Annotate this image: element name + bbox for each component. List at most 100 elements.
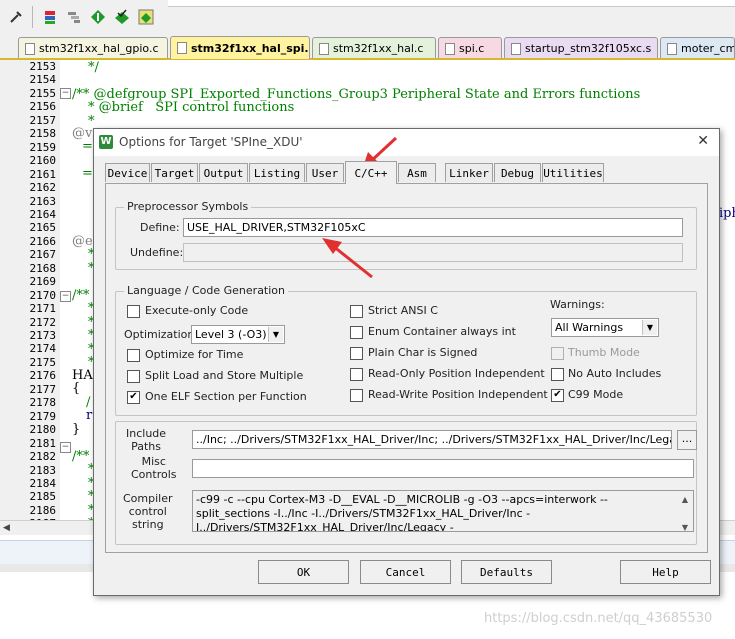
- watermark: https://blog.csdn.net/qq_43685530: [484, 611, 713, 626]
- tab-asm[interactable]: Asm: [398, 163, 436, 182]
- no-auto-includes-label: No Auto Includes: [568, 367, 662, 380]
- define-field[interactable]: USE_HAL_DRIVER,STM32F105xC: [183, 218, 683, 237]
- line-number: 2157: [29, 113, 57, 127]
- execute-only-label: Execute-only Code: [145, 304, 249, 317]
- line-number: 2158: [29, 127, 57, 141]
- rw-pi-checkbox[interactable]: [350, 389, 363, 402]
- chevron-down-icon: ▼: [642, 320, 657, 335]
- ro-pi-label: Read-Only Position Independent: [368, 367, 545, 380]
- file-icon: [177, 42, 187, 54]
- file-icon: [445, 43, 455, 55]
- tab-label: stm32f1xx_hal.c: [333, 41, 424, 55]
- tab-stm32f1xx-hal[interactable]: stm32f1xx_hal.c: [312, 37, 436, 58]
- thumb-mode-label: Thumb Mode: [568, 346, 640, 359]
- code-line: /**: [72, 288, 90, 303]
- tab-stm32f1xx-hal-gpio[interactable]: stm32f1xx_hal_gpio.c: [18, 37, 168, 58]
- tab-target[interactable]: Target: [151, 163, 198, 182]
- line-number: 2167: [29, 248, 57, 262]
- c99-mode-label: C99 Mode: [568, 388, 624, 401]
- line-number: 2182: [29, 450, 57, 464]
- misc-controls-label: Misc Controls: [131, 455, 177, 481]
- preprocessor-group: Preprocessor Symbols Define: USE_HAL_DRI…: [115, 200, 697, 270]
- no-auto-includes-checkbox[interactable]: [551, 368, 564, 381]
- one-elf-checkbox[interactable]: ✔: [127, 391, 140, 404]
- tab-label: spi.c: [459, 41, 485, 55]
- line-number: 2177: [29, 382, 57, 396]
- undefine-field[interactable]: [183, 243, 683, 262]
- rw-pi-label: Read-Write Position Independent: [368, 388, 548, 401]
- help-button[interactable]: Help: [620, 560, 711, 584]
- enum-container-checkbox[interactable]: [350, 326, 363, 339]
- undefine-label: Undefine:: [130, 246, 184, 259]
- file-icon: [667, 43, 677, 55]
- tab-debug[interactable]: Debug: [494, 163, 541, 182]
- ok-button[interactable]: OK: [258, 560, 349, 584]
- toolbar-separator: [32, 6, 33, 28]
- optimize-time-label: Optimize for Time: [145, 348, 244, 361]
- plain-char-checkbox[interactable]: [350, 347, 363, 360]
- warnings-label: Warnings:: [550, 298, 605, 311]
- misc-controls-field[interactable]: [192, 459, 694, 478]
- check-diamond-icon[interactable]: [112, 7, 132, 27]
- scroll-left-icon[interactable]: ◀: [3, 523, 10, 533]
- browse-include-button[interactable]: ...: [677, 430, 697, 450]
- line-number: 2162: [29, 181, 57, 195]
- line-number: 2173: [29, 329, 57, 342]
- tab-stm32f1xx-hal-spi[interactable]: stm32f1xx_hal_spi.c: [170, 36, 310, 59]
- compiler-control-label: Compiler control string: [123, 492, 173, 531]
- tab-user[interactable]: User: [306, 163, 344, 182]
- optimization-select[interactable]: Level 3 (-O3) ▼: [191, 325, 285, 344]
- line-number: 2171: [29, 302, 57, 316]
- dialog-titlebar[interactable]: W Options for Target 'SPIne_XDU' ✕: [94, 129, 719, 156]
- split-load-checkbox[interactable]: [127, 370, 140, 383]
- defaults-button[interactable]: Defaults: [461, 560, 552, 584]
- tab-output[interactable]: Output: [199, 163, 248, 182]
- chevron-down-icon: ▼: [268, 327, 283, 342]
- code-line: }: [72, 422, 81, 437]
- stack-icon[interactable]: [40, 7, 60, 27]
- scroll-arrows-icon[interactable]: ▲ ▼: [679, 493, 691, 531]
- code-line: iph: [719, 206, 735, 221]
- options-dialog: W Options for Target 'SPIne_XDU' ✕ Devic…: [93, 128, 720, 596]
- tab-utilities[interactable]: Utilities: [542, 163, 604, 182]
- fold-toggle[interactable]: −: [60, 88, 71, 99]
- compiler-control-string[interactable]: -c99 -c --cpu Cortex-M3 -D__EVAL -D__MIC…: [192, 490, 694, 532]
- execute-only-checkbox[interactable]: [127, 305, 140, 318]
- fold-toggle[interactable]: −: [60, 442, 71, 453]
- manage-icon[interactable]: [136, 7, 156, 27]
- line-number: 2155: [29, 86, 57, 100]
- include-paths-field[interactable]: ../Inc; ../Drivers/STM32F1xx_HAL_Driver/…: [192, 430, 672, 449]
- close-icon[interactable]: ✕: [697, 133, 709, 149]
- line-number: 2156: [29, 100, 57, 114]
- c99-mode-checkbox[interactable]: ✔: [551, 389, 564, 402]
- thumb-mode-checkbox[interactable]: [551, 347, 564, 360]
- warnings-select[interactable]: All Warnings ▼: [551, 318, 659, 337]
- tab-c-cpp[interactable]: C/C++: [345, 161, 397, 184]
- line-number: 2164: [29, 207, 57, 221]
- tab-moter-cm[interactable]: moter_cm: [660, 37, 735, 58]
- one-elf-label: One ELF Section per Function: [145, 390, 307, 403]
- tab-device[interactable]: Device: [105, 163, 150, 182]
- tab-linker[interactable]: Linker: [445, 163, 493, 182]
- strict-ansi-checkbox[interactable]: [350, 305, 363, 318]
- optimize-time-checkbox[interactable]: [127, 349, 140, 362]
- green-diamond-icon[interactable]: [88, 7, 108, 27]
- warnings-value: All Warnings: [555, 321, 624, 334]
- plain-char-label: Plain Char is Signed: [368, 346, 478, 359]
- toolbar: [0, 0, 735, 35]
- tab-spi[interactable]: spi.c: [438, 37, 502, 58]
- code-line: {: [72, 381, 81, 396]
- optimization-value: Level 3 (-O3): [195, 328, 267, 341]
- code-line: /**: [72, 449, 90, 464]
- ro-pi-checkbox[interactable]: [350, 368, 363, 381]
- tools-icon[interactable]: [6, 7, 26, 27]
- line-number: 2184: [29, 476, 57, 490]
- tab-listing[interactable]: Listing: [249, 163, 305, 182]
- cancel-button[interactable]: Cancel: [360, 560, 451, 584]
- paths-group: Include Paths ../Inc; ../Drivers/STM32F1…: [115, 421, 697, 545]
- list-icon[interactable]: [64, 7, 84, 27]
- line-number: 2153: [29, 60, 57, 73]
- tab-startup-stm32f105xc[interactable]: startup_stm32f105xc.s: [504, 37, 658, 58]
- fold-toggle[interactable]: −: [60, 291, 71, 302]
- line-number: 2174: [29, 342, 57, 356]
